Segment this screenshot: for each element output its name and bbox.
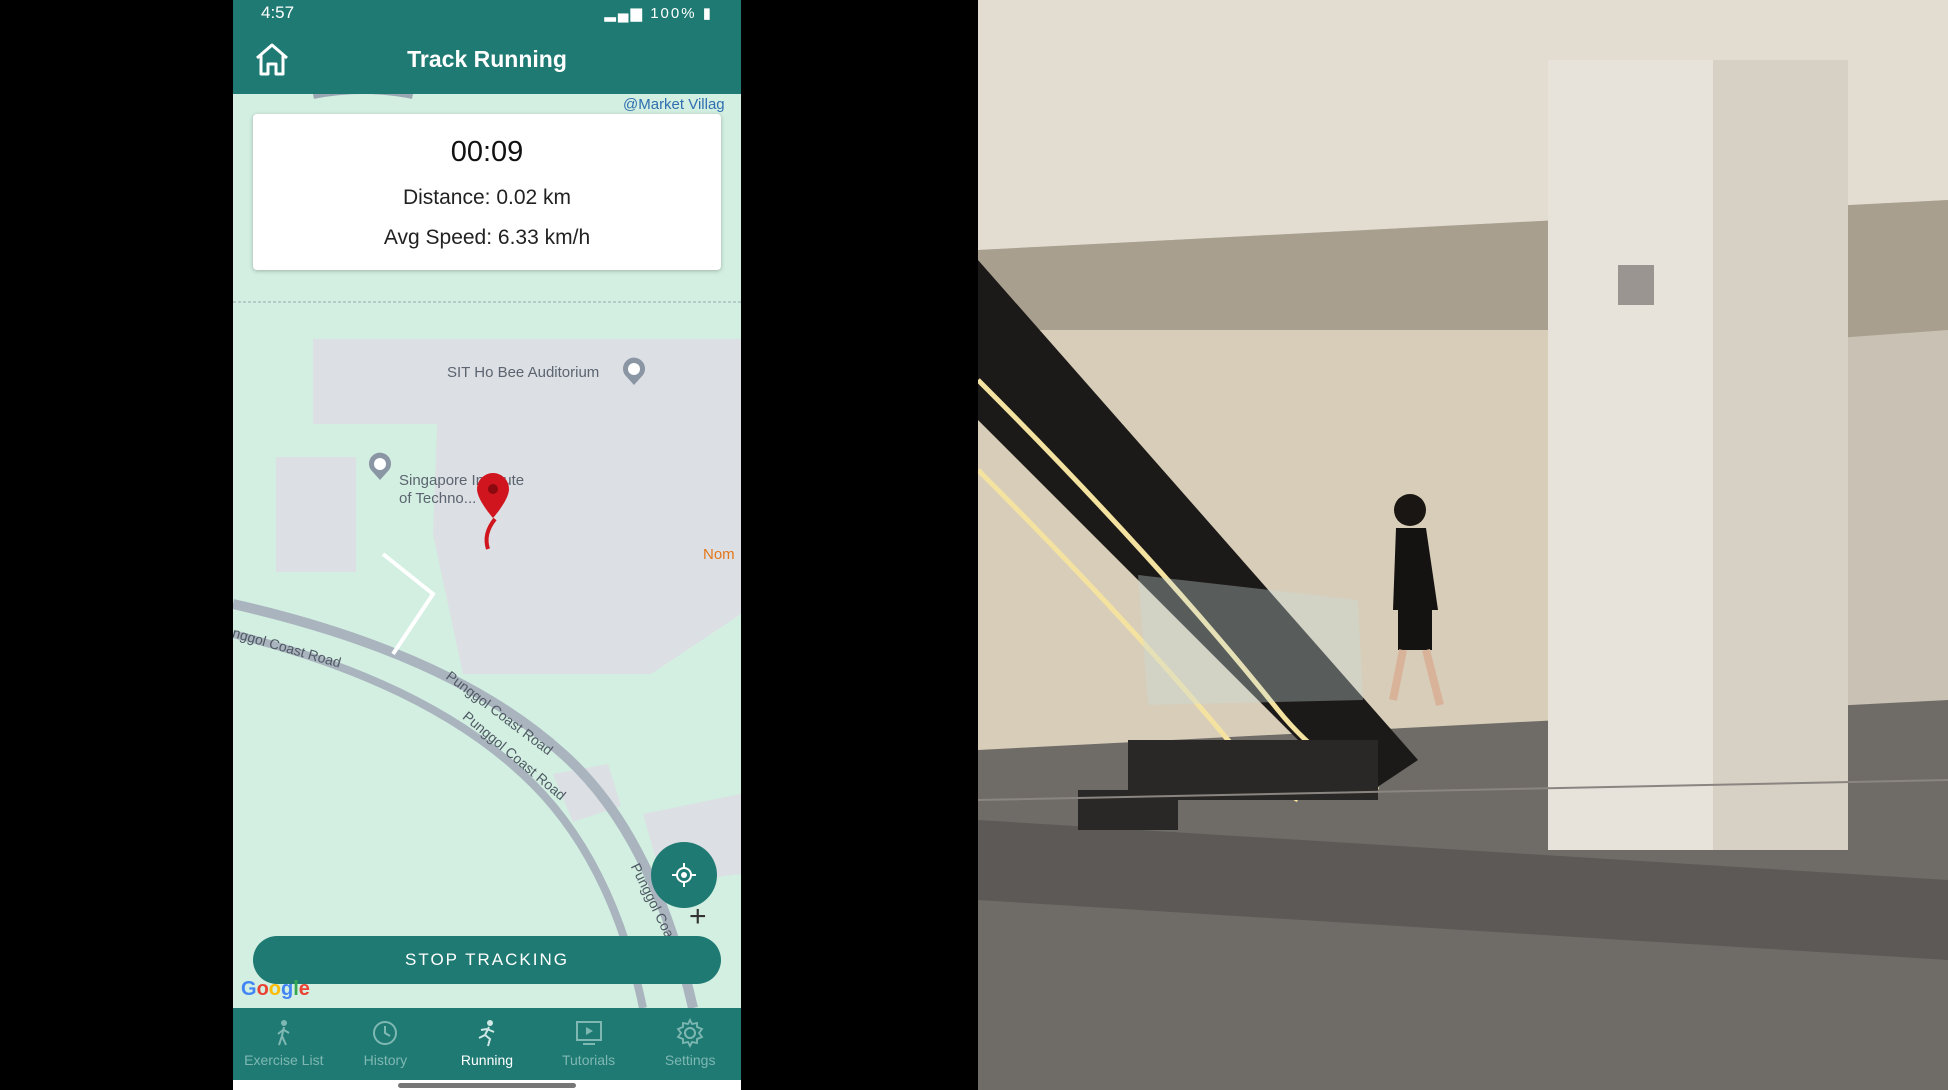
location-pin-icon[interactable] [475,472,511,520]
signal-icon: ▂▄▆ [604,5,645,22]
nav-label-exercise-list: Exercise List [244,1052,324,1068]
person-walking-icon [277,1020,290,1046]
gesture-home-bar[interactable] [398,1083,576,1088]
battery-icon: ▮ [702,5,713,22]
nav-settings[interactable]: Settings [639,1008,741,1080]
stats-card: 00:09 Distance: 0.02 km Avg Speed: 6.33 … [253,114,721,270]
stop-tracking-button[interactable]: STOP TRACKING [253,936,721,984]
bottom-navigation: Exercise List History Running Tutorials [233,1008,741,1080]
map-label-market-village: @Market Villag [623,96,725,113]
tutorial-screen-icon [575,1021,602,1045]
escalator-scene-image [978,0,1948,1090]
map-label-sit-2: of Techno... [399,490,477,507]
nav-running[interactable]: Running [436,1008,538,1080]
map-label-nom: Nom [703,546,735,563]
nav-label-tutorials: Tutorials [561,1052,616,1068]
status-bar: 4:57 ▂▄▆ 100% ▮ [233,0,741,26]
gear-icon [676,1018,704,1048]
phone-screen: 4:57 ▂▄▆ 100% ▮ Track Running @Market Vi… [233,0,741,1090]
nav-tutorials[interactable]: Tutorials [538,1008,640,1080]
history-clock-icon [373,1021,398,1045]
nav-exercise-list[interactable]: Exercise List [233,1008,335,1080]
runner-icon [478,1020,495,1047]
map-view[interactable]: @Market Villag 00:09 Distance: 0.02 km A… [233,94,741,1008]
page-title: Track Running [407,46,567,72]
app-bar: Track Running [233,26,741,94]
status-icons: ▂▄▆ 100% ▮ [604,4,713,22]
avg-speed-text: Avg Speed: 6.33 km/h [383,226,591,249]
crosshair-icon [672,863,696,887]
place-marker-icon [623,357,645,385]
my-location-button[interactable] [651,842,717,908]
nav-label-running: Running [460,1052,514,1068]
distance-text: Distance: 0.02 km [402,186,572,209]
nav-history[interactable]: History [335,1008,437,1080]
elapsed-timer: 00:09 [450,136,524,168]
battery-text: 100% [650,5,697,22]
status-time: 4:57 [261,3,295,22]
google-logo: Google [241,978,310,1000]
nav-label-history: History [363,1052,408,1068]
zoom-in-button[interactable]: + [689,900,707,934]
school-marker-icon [369,452,391,480]
nav-label-settings: Settings [664,1052,716,1068]
map-label-auditorium: SIT Ho Bee Auditorium [447,364,600,381]
running-video-photo [978,0,1948,1090]
